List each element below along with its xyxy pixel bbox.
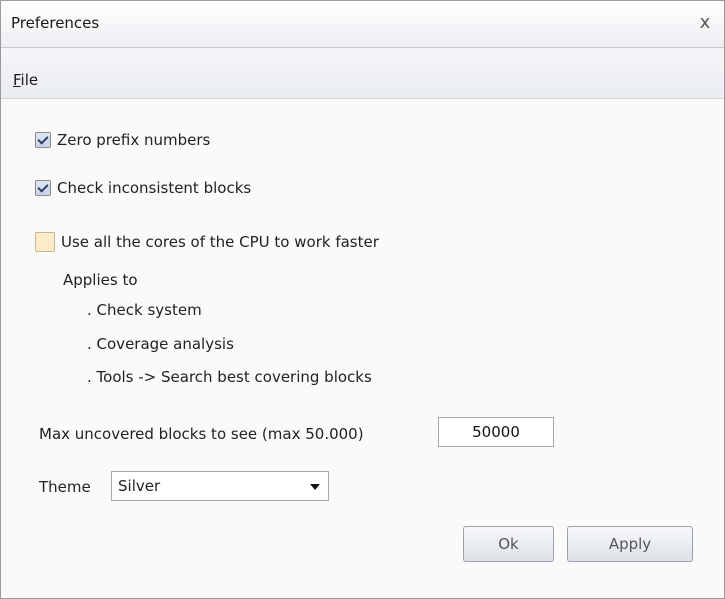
theme-select-value: Silver: [118, 477, 161, 495]
max-blocks-label: Max uncovered blocks to see (max 50.000): [39, 425, 364, 443]
preferences-window: Preferences x File Zero prefix numbers C…: [0, 0, 725, 599]
zero-prefix-label: Zero prefix numbers: [57, 131, 211, 149]
option-inconsistent[interactable]: Check inconsistent blocks: [35, 179, 251, 197]
theme-select[interactable]: Silver: [111, 471, 329, 501]
ok-button[interactable]: Ok: [463, 526, 554, 562]
max-blocks-input[interactable]: 50000: [438, 417, 554, 447]
cores-checkbox[interactable]: [35, 232, 55, 252]
theme-label: Theme: [39, 478, 91, 496]
menu-file[interactable]: File: [13, 71, 38, 89]
zero-prefix-checkbox[interactable]: [35, 132, 51, 148]
menu-file-rest: ile: [20, 71, 39, 89]
applies-item: . Check system: [87, 301, 202, 319]
menu-bar: File: [1, 48, 724, 99]
inconsistent-checkbox[interactable]: [35, 180, 51, 196]
applies-item: . Coverage analysis: [87, 335, 234, 353]
window-title: Preferences: [11, 14, 100, 32]
apply-button[interactable]: Apply: [567, 526, 693, 562]
close-icon[interactable]: x: [692, 10, 718, 36]
inconsistent-label: Check inconsistent blocks: [57, 179, 252, 197]
menu-file-mnemonic: F: [13, 71, 21, 89]
cores-label: Use all the cores of the CPU to work fas…: [61, 233, 379, 251]
option-zero-prefix[interactable]: Zero prefix numbers: [35, 131, 210, 149]
applies-item: . Tools -> Search best covering blocks: [87, 368, 372, 386]
chevron-down-icon: [310, 484, 320, 490]
option-cores[interactable]: Use all the cores of the CPU to work fas…: [35, 232, 379, 252]
title-bar: Preferences x: [1, 1, 724, 48]
applies-heading: Applies to: [63, 271, 138, 289]
preferences-content: Zero prefix numbers Check inconsistent b…: [1, 99, 724, 598]
